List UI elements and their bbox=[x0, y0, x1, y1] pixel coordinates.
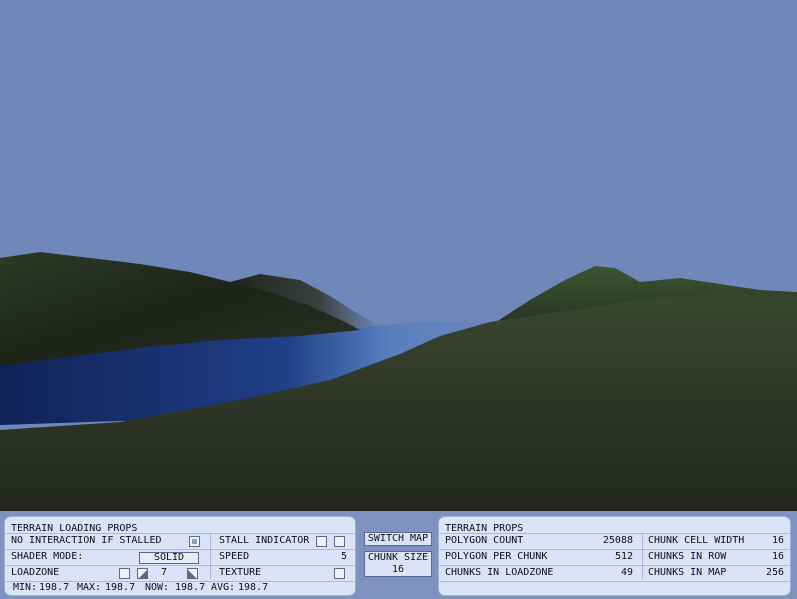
loadzone-row: LOADZONE 7 bbox=[5, 565, 210, 581]
loadzone-checkbox[interactable] bbox=[119, 568, 130, 579]
polygon-per-chunk-row: POLYGON PER CHUNK 512 bbox=[439, 549, 642, 565]
terrain-viewport[interactable] bbox=[0, 0, 797, 511]
shader-mode-button[interactable]: SOLID bbox=[139, 552, 199, 564]
no-interaction-label: NO INTERACTION IF STALLED bbox=[11, 535, 162, 546]
no-interaction-row: NO INTERACTION IF STALLED bbox=[5, 533, 210, 549]
stall-indicator-row: STALL INDICATOR bbox=[210, 533, 355, 549]
chunk-size-box[interactable]: CHUNK SIZE 16 bbox=[364, 551, 432, 577]
shader-mode-label: SHADER MODE: bbox=[11, 551, 84, 562]
chunks-in-row-value: 16 bbox=[771, 551, 784, 562]
polygon-count-label: POLYGON COUNT bbox=[445, 535, 524, 546]
now-value: 198.7 bbox=[175, 582, 206, 593]
min-value: 198.7 bbox=[39, 582, 70, 593]
chunks-in-loadzone-label: CHUNKS IN LOADZONE bbox=[445, 567, 554, 578]
stall-indicator-checkbox-b[interactable] bbox=[334, 536, 345, 547]
polygon-per-chunk-label: POLYGON PER CHUNK bbox=[445, 551, 548, 562]
terrain-loading-panel: TERRAIN LOADING PROPS NO INTERACTION IF … bbox=[4, 516, 356, 596]
loadzone-label: LOADZONE bbox=[11, 567, 60, 578]
speed-row: SPEED 5 bbox=[210, 549, 355, 565]
no-interaction-checkbox[interactable] bbox=[189, 536, 200, 547]
chunk-size-label: CHUNK SIZE bbox=[367, 552, 429, 563]
chunk-cell-width-label: CHUNK CELL WIDTH bbox=[648, 535, 745, 546]
chunk-size-value: 16 bbox=[391, 564, 405, 575]
avg-label: AVG: bbox=[211, 582, 236, 593]
loadzone-decrease-icon[interactable] bbox=[137, 568, 148, 579]
texture-label: TEXTURE bbox=[219, 567, 262, 578]
chunks-in-row-row: CHUNKS IN ROW 16 bbox=[642, 549, 790, 565]
min-label: MIN: bbox=[13, 582, 38, 593]
avg-value: 198.7 bbox=[238, 582, 269, 593]
speed-value: 5 bbox=[340, 551, 347, 562]
polygon-per-chunk-value: 512 bbox=[614, 551, 633, 562]
speed-label: SPEED bbox=[219, 551, 250, 562]
shader-mode-row: SHADER MODE: SOLID bbox=[5, 549, 210, 565]
chunks-in-map-label: CHUNKS IN MAP bbox=[648, 567, 727, 578]
now-label: NOW: bbox=[145, 582, 170, 593]
chunk-cell-width-row: CHUNK CELL WIDTH 16 bbox=[642, 533, 790, 549]
chunks-in-row-label: CHUNKS IN ROW bbox=[648, 551, 727, 562]
texture-checkbox[interactable] bbox=[334, 568, 345, 579]
texture-row: TEXTURE bbox=[210, 565, 355, 581]
polygon-count-value: 25088 bbox=[602, 535, 633, 546]
frame-stats-row: MIN: 198.7 MAX: 198.7 NOW: 198.7 AVG: 19… bbox=[5, 580, 355, 596]
loadzone-increase-icon[interactable] bbox=[187, 568, 198, 579]
loadzone-value: 7 bbox=[161, 567, 168, 578]
stall-indicator-checkbox-a[interactable] bbox=[316, 536, 327, 547]
switch-map-button[interactable]: SWITCH MAP bbox=[364, 532, 432, 546]
max-label: MAX: bbox=[77, 582, 102, 593]
chunks-in-map-row: CHUNKS IN MAP 256 bbox=[642, 565, 790, 581]
chunks-in-map-value: 256 bbox=[765, 567, 784, 578]
chunk-cell-width-value: 16 bbox=[771, 535, 784, 546]
stall-indicator-label: STALL INDICATOR bbox=[219, 535, 310, 546]
chunks-in-loadzone-row: CHUNKS IN LOADZONE 49 bbox=[439, 565, 642, 581]
max-value: 198.7 bbox=[105, 582, 136, 593]
chunks-in-loadzone-value: 49 bbox=[620, 567, 633, 578]
polygon-count-row: POLYGON COUNT 25088 bbox=[439, 533, 642, 549]
hud-bar: TERRAIN LOADING PROPS NO INTERACTION IF … bbox=[0, 511, 797, 599]
terrain-props-panel: TERRAIN PROPS POLYGON COUNT 25088 POLYGO… bbox=[438, 516, 791, 596]
